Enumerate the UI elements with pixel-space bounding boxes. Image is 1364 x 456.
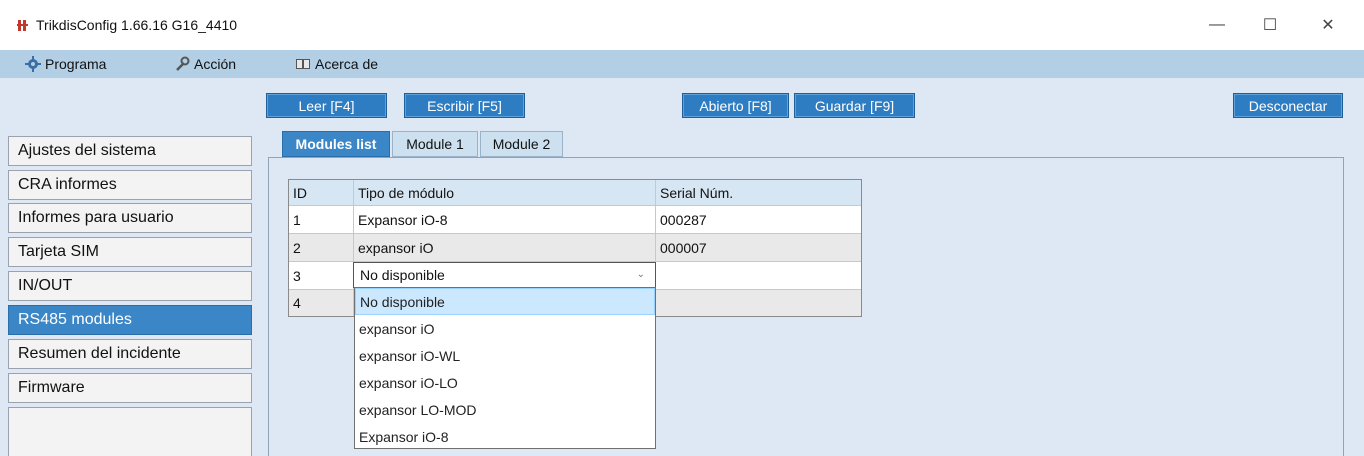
tab-module-2[interactable]: Module 2: [480, 131, 563, 157]
maximize-icon: ☐: [1262, 17, 1278, 34]
table-cell-id: 2: [289, 234, 354, 262]
table-cell-serial[interactable]: 000287: [656, 206, 861, 234]
abierto-button[interactable]: Abierto [F8]: [682, 93, 789, 118]
table-cell-id: 3: [289, 262, 354, 290]
combobox-value: No disponible: [360, 267, 445, 283]
sidebar-item-label: Tarjeta SIM: [18, 243, 99, 260]
column-header-id: ID: [289, 180, 354, 206]
dropdown-option-expansor-io-wl[interactable]: expansor iO-WL: [355, 342, 655, 369]
module-type-dropdown: No disponible expansor iO expansor iO-WL…: [354, 287, 656, 449]
sidebar-item-informes[interactable]: Informes para usuario: [8, 203, 252, 233]
title-bar: TrikdisConfig 1.66.16 G16_4410 — ☐ ✕: [0, 0, 1364, 50]
sidebar-item-label: RS485 modules: [18, 311, 132, 328]
menu-acerca-label: Acerca de: [315, 56, 379, 72]
close-icon: ✕: [1321, 17, 1335, 34]
chevron-down-icon[interactable]: ⌄: [637, 269, 645, 280]
gear-icon: [25, 56, 41, 72]
dropdown-option-no-disponible[interactable]: No disponible: [355, 288, 655, 315]
menu-programa[interactable]: Programa: [25, 50, 106, 78]
sidebar-item-ajustes[interactable]: Ajustes del sistema: [8, 136, 252, 166]
sidebar-item-label: Firmware: [18, 379, 85, 396]
tab-module-1[interactable]: Module 1: [392, 131, 478, 157]
sidebar-item-firmware[interactable]: Firmware: [8, 373, 252, 403]
leer-button[interactable]: Leer [F4]: [266, 93, 387, 118]
column-header-serial: Serial Núm.: [656, 180, 861, 206]
sidebar-item-rs485[interactable]: RS485 modules: [8, 305, 252, 335]
sidebar-item-label: IN/OUT: [18, 277, 73, 294]
dropdown-option-expansor-io-8[interactable]: Expansor iO-8: [355, 423, 655, 450]
sidebar-item-inout[interactable]: IN/OUT: [8, 271, 252, 301]
app-logo-icon: [17, 20, 28, 31]
minimize-button[interactable]: —: [1197, 10, 1237, 40]
sidebar-item-label: Ajustes del sistema: [18, 142, 156, 159]
sidebar-item-label: Informes para usuario: [18, 209, 174, 226]
close-button[interactable]: ✕: [1308, 10, 1348, 40]
column-header-type: Tipo de módulo: [354, 180, 656, 206]
guardar-button[interactable]: Guardar [F9]: [794, 93, 915, 118]
menu-bar: Programa Acción Acerca de: [0, 50, 1364, 78]
escribir-button[interactable]: Escribir [F5]: [404, 93, 525, 118]
table-cell-id: 1: [289, 206, 354, 234]
table-cell-serial[interactable]: [656, 262, 861, 290]
minimize-icon: —: [1209, 16, 1225, 33]
menu-accion[interactable]: Acción: [174, 50, 236, 78]
sidebar-item-resumen[interactable]: Resumen del incidente: [8, 339, 252, 369]
tab-modules-list[interactable]: Modules list: [282, 131, 390, 157]
sidebar-item-label: Resumen del incidente: [18, 345, 181, 362]
dropdown-option-expansor-io[interactable]: expansor iO: [355, 315, 655, 342]
dropdown-option-expansor-lo-mod[interactable]: expansor LO-MOD: [355, 396, 655, 423]
table-cell-id: 4: [289, 290, 354, 316]
table-cell-serial[interactable]: [656, 290, 861, 316]
module-type-combobox[interactable]: No disponible ⌄: [353, 262, 656, 288]
table-cell-serial[interactable]: 000007: [656, 234, 861, 262]
table-cell-type[interactable]: expansor iO: [354, 234, 656, 262]
book-icon: [296, 59, 310, 69]
maximize-button[interactable]: ☐: [1250, 10, 1290, 40]
menu-acerca[interactable]: Acerca de: [295, 50, 378, 78]
dropdown-option-expansor-io-lo[interactable]: expansor iO-LO: [355, 369, 655, 396]
wrench-icon: [176, 56, 190, 71]
menu-accion-label: Acción: [194, 56, 237, 72]
desconectar-button[interactable]: Desconectar: [1233, 93, 1343, 118]
sidebar-empty-area: [8, 407, 252, 456]
sidebar-item-cra[interactable]: CRA informes: [8, 170, 252, 200]
sidebar-item-label: CRA informes: [18, 176, 117, 193]
menu-programa-label: Programa: [45, 56, 107, 72]
sidebar-item-sim[interactable]: Tarjeta SIM: [8, 237, 252, 267]
window-title: TrikdisConfig 1.66.16 G16_4410: [36, 17, 238, 33]
table-cell-type[interactable]: Expansor iO-8: [354, 206, 656, 234]
